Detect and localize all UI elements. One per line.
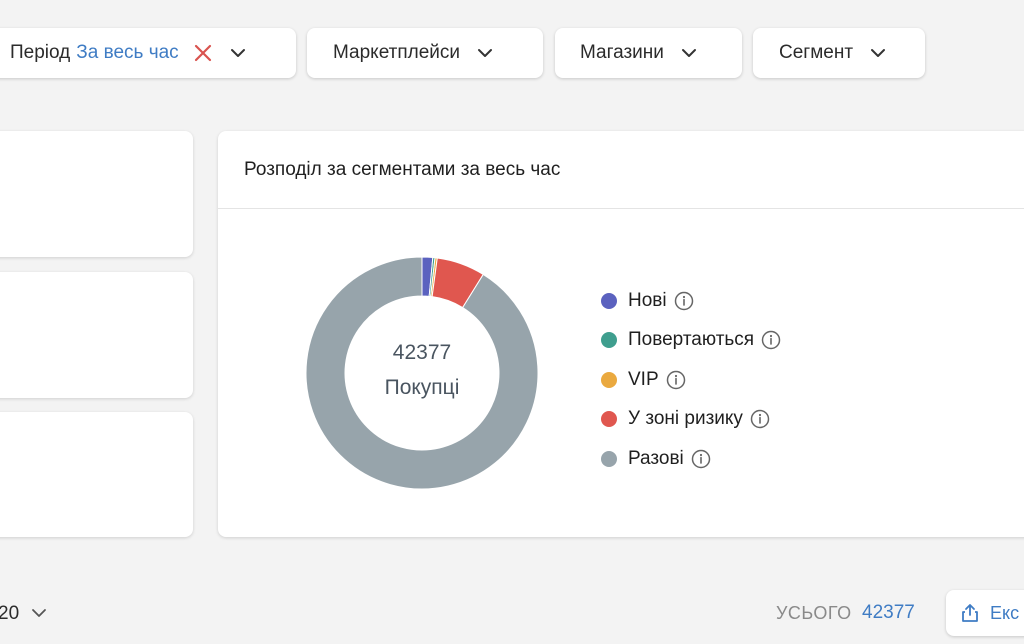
chevron-down-icon <box>681 49 696 57</box>
legend-label: Повертаються <box>628 329 755 351</box>
stat-card <box>0 131 193 257</box>
legend-item: Повертаються <box>601 321 781 361</box>
legend-item: У зоні ризику <box>601 400 781 440</box>
export-button[interactable]: Екс <box>946 590 1024 636</box>
chart-legend: Нові Повертаються VIP У зоні ризику Разові <box>601 281 781 479</box>
stat-card <box>0 272 193 398</box>
chevron-down-icon[interactable] <box>30 604 48 622</box>
donut-chart <box>306 257 538 489</box>
legend-item: VIP <box>601 360 781 400</box>
period-filter-value: За весь час <box>76 42 179 63</box>
legend-item: Нові <box>601 281 781 321</box>
legend-label: Разові <box>628 447 684 469</box>
legend-label: Нові <box>628 289 667 311</box>
legend-label: У зоні ризику <box>628 408 743 430</box>
segment-distribution-card: Розподіл за сегментами за весь час 42377… <box>218 131 1024 537</box>
stores-filter-label: Магазини <box>580 42 664 63</box>
marketplaces-filter-label: Маркетплейси <box>333 42 461 63</box>
period-filter-label: Період <box>10 42 71 63</box>
card-title: Розподіл за сегментами за весь час <box>244 159 561 180</box>
share-icon <box>962 604 978 622</box>
donut-center-label: Покупці <box>384 376 460 399</box>
marketplaces-filter-button[interactable]: Маркетплейси <box>307 28 543 78</box>
info-icon[interactable] <box>691 449 711 469</box>
legend-dot <box>601 292 617 309</box>
legend-dot <box>601 450 617 467</box>
legend-item: Разові <box>601 439 781 479</box>
divider <box>218 208 1024 209</box>
info-icon[interactable] <box>750 409 770 429</box>
rows-per-page-select[interactable]: 20 <box>0 603 19 625</box>
chevron-down-icon <box>871 49 886 57</box>
donut-slice-5[interactable] <box>306 257 538 489</box>
info-icon[interactable] <box>666 370 686 390</box>
stores-filter-button[interactable]: Магазини <box>555 28 742 78</box>
segment-filter-button[interactable]: Сегмент <box>753 28 925 78</box>
close-icon[interactable] <box>193 43 213 63</box>
total-value: 42377 <box>862 602 915 623</box>
total-label: УСЬОГО <box>776 603 852 623</box>
legend-dot <box>601 332 617 349</box>
export-button-label: Екс <box>990 602 1020 623</box>
donut-center-value: 42377 <box>392 341 452 364</box>
chevron-down-icon <box>478 49 493 57</box>
info-icon[interactable] <box>761 330 781 350</box>
legend-dot <box>601 411 617 428</box>
legend-dot <box>601 371 617 388</box>
stat-card <box>0 412 193 537</box>
legend-label: VIP <box>628 368 659 390</box>
period-filter-button[interactable]: Період За весь час <box>0 28 296 78</box>
info-icon[interactable] <box>674 291 694 311</box>
segment-filter-label: Сегмент <box>779 42 854 63</box>
chevron-down-icon <box>230 49 245 57</box>
